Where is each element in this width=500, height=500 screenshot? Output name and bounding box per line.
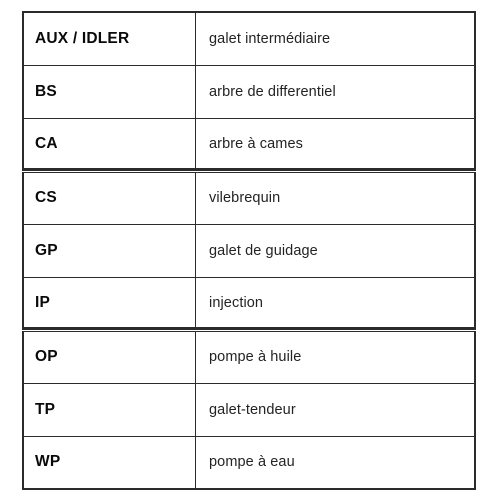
table-row: AUX / IDLER galet intermédiaire (22, 11, 476, 66)
abbreviation-description-cell: vilebrequin (195, 170, 476, 225)
abbreviation-description-cell: galet-tendeur (195, 382, 476, 437)
abbreviation-description-cell: arbre de differentiel (195, 64, 476, 119)
table-row: CA arbre à cames (22, 117, 476, 173)
abbreviation-code-cell: AUX / IDLER (22, 11, 196, 66)
abbreviation-code-cell: CS (22, 170, 196, 225)
abbreviation-code-cell: OP (22, 329, 196, 384)
abbreviation-description-cell: arbre à cames (195, 117, 476, 173)
abbreviation-code-cell: CA (22, 117, 196, 173)
abbreviation-code-cell: TP (22, 382, 196, 437)
abbreviation-code-cell: WP (22, 435, 196, 490)
abbreviation-description-cell: pompe à eau (195, 435, 476, 490)
table-row: WP pompe à eau (22, 435, 476, 490)
legend-page: AUX / IDLER galet intermédiaire BS arbre de… (0, 0, 500, 500)
abbreviation-description-cell: injection (195, 276, 476, 332)
abbreviation-description-cell: galet intermédiaire (195, 11, 476, 66)
table-row: GP galet de guidage (22, 223, 476, 278)
table-row: OP pompe à huile (22, 329, 476, 384)
abbreviation-legend-table: AUX / IDLER galet intermédiaire BS arbre de… (22, 11, 476, 490)
abbreviation-description-cell: pompe à huile (195, 329, 476, 384)
table-row: BS arbre de differentiel (22, 64, 476, 119)
table-row: TP galet-tendeur (22, 382, 476, 437)
abbreviation-code-cell: IP (22, 276, 196, 332)
table-row: IP injection (22, 276, 476, 332)
abbreviation-code-cell: BS (22, 64, 196, 119)
abbreviation-code-cell: GP (22, 223, 196, 278)
abbreviation-description-cell: galet de guidage (195, 223, 476, 278)
legend-table-body: AUX / IDLER galet intermédiaire BS arbre de… (22, 11, 476, 490)
table-row: CS vilebrequin (22, 170, 476, 225)
